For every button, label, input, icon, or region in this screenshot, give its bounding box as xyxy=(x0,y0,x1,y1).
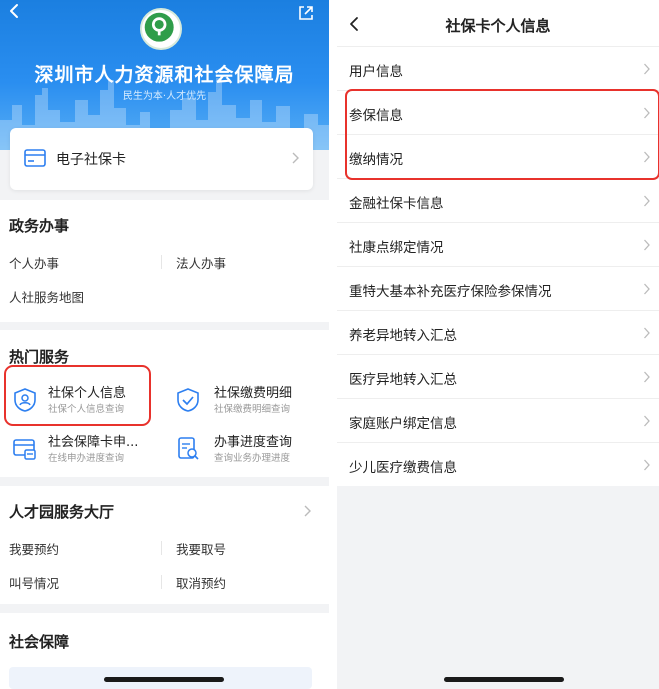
left-screen: 深圳市人力资源和社会保障局 民生为本·人才优先 电子社保卡 政务办事 个人办事 … xyxy=(0,0,329,689)
make-appointment-link[interactable]: 我要预约 xyxy=(9,539,59,558)
bureau-logo xyxy=(140,8,182,50)
divider xyxy=(329,0,337,689)
list-item-label: 用户信息 xyxy=(349,64,403,80)
list-item[interactable]: 社康点绑定情况 xyxy=(337,222,659,266)
home-indicator xyxy=(104,677,224,682)
gov-services-title: 政务办事 xyxy=(9,217,70,235)
list-item[interactable]: 少儿医疗缴费信息 xyxy=(337,442,659,486)
home-indicator xyxy=(444,677,564,682)
list-item[interactable]: 重特大基本补充医疗保险参保情况 xyxy=(337,266,659,310)
corporate-affairs-link[interactable]: 法人办事 xyxy=(176,253,226,272)
cancel-appointment-link[interactable]: 取消预约 xyxy=(176,573,226,592)
page-title: 深圳市人力资源和社会保障局 xyxy=(34,64,295,86)
hot-services-title: 热门服务 xyxy=(9,348,70,366)
personal-affairs-link[interactable]: 个人办事 xyxy=(9,253,59,272)
list-item[interactable]: 家庭账户绑定信息 xyxy=(337,398,659,442)
list-item-label: 金融社保卡信息 xyxy=(349,196,444,212)
gov-services-section: 政务办事 个人办事 法人办事 人社服务地图 xyxy=(0,200,329,322)
chevron-right-icon xyxy=(304,505,311,517)
card-apply-icon xyxy=(13,439,36,460)
service-title[interactable]: 办事进度查询 xyxy=(214,431,292,450)
chevron-right-icon xyxy=(644,459,650,471)
list-item[interactable]: 金融社保卡信息 xyxy=(337,178,659,222)
list-item-label: 家庭账户绑定信息 xyxy=(349,416,457,432)
queue-status-link[interactable]: 叫号情况 xyxy=(9,573,59,592)
chevron-right-icon xyxy=(644,371,650,383)
list-item-label: 社康点绑定情况 xyxy=(349,240,444,256)
list-item[interactable]: 养老异地转入汇总 xyxy=(337,310,659,354)
back-icon[interactable] xyxy=(6,2,24,20)
take-number-link[interactable]: 我要取号 xyxy=(176,539,226,558)
card-icon xyxy=(24,149,46,167)
service-title[interactable]: 社会保障卡申... xyxy=(48,431,138,450)
e-social-card-label: 电子社保卡 xyxy=(56,152,126,168)
divider xyxy=(161,575,162,589)
talent-hall-title[interactable]: 人才园服务大厅 xyxy=(9,501,114,522)
talent-hall-section: 人才园服务大厅 我要预约 我要取号 叫号情况 取消预约 xyxy=(0,486,329,604)
chevron-right-icon xyxy=(644,415,650,427)
service-subtitle: 社保缴费明细查询 xyxy=(214,404,291,415)
divider xyxy=(161,255,162,269)
share-icon[interactable] xyxy=(297,4,315,22)
chevron-right-icon xyxy=(292,152,299,164)
list-item-label: 医疗异地转入汇总 xyxy=(349,372,457,388)
chevron-right-icon xyxy=(644,239,650,251)
chevron-right-icon xyxy=(644,283,650,295)
list-item-label: 少儿医疗缴费信息 xyxy=(349,460,457,476)
highlight-box xyxy=(4,365,151,426)
chevron-right-icon xyxy=(644,327,650,339)
highlight-box xyxy=(345,89,659,180)
divider xyxy=(161,541,162,555)
check-shield-icon xyxy=(177,388,199,412)
list-item-label: 养老异地转入汇总 xyxy=(349,328,457,344)
list-item[interactable]: 医疗异地转入汇总 xyxy=(337,354,659,398)
social-security-title: 社会保障 xyxy=(9,633,70,651)
service-title[interactable]: 社保缴费明细 xyxy=(214,382,292,401)
page-title: 社保卡个人信息 xyxy=(445,17,551,35)
chevron-right-icon xyxy=(644,195,650,207)
service-map-link[interactable]: 人社服务地图 xyxy=(9,287,84,306)
nav-bar: 社保卡个人信息 xyxy=(337,0,659,46)
service-subtitle: 查询业务办理进度 xyxy=(214,453,291,464)
list-item-label: 重特大基本补充医疗保险参保情况 xyxy=(349,284,552,300)
progress-query-icon xyxy=(178,437,199,460)
service-subtitle: 在线申办进度查询 xyxy=(48,453,125,464)
chevron-right-icon xyxy=(644,63,650,75)
page-subtitle: 民生为本·人才优先 xyxy=(122,91,207,102)
list-item[interactable]: 用户信息 xyxy=(337,46,659,90)
e-social-card-entry[interactable]: 电子社保卡 xyxy=(10,128,313,190)
